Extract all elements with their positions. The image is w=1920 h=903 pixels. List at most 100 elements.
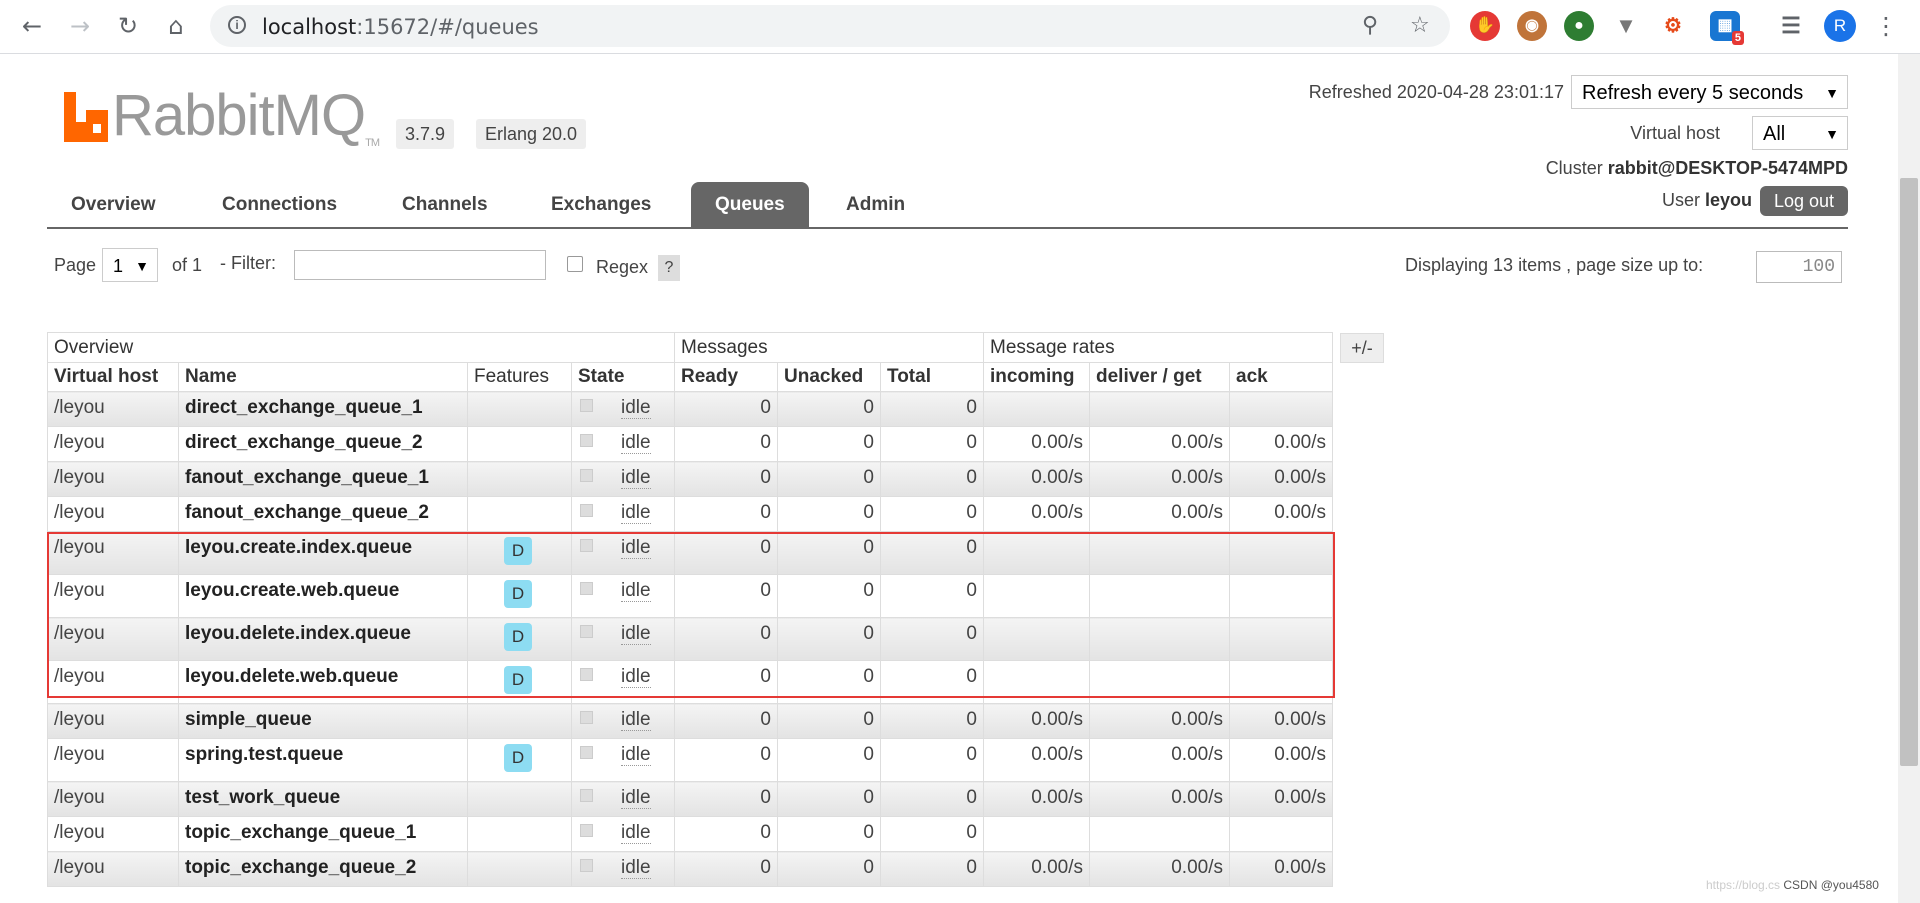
cell-deliver-get bbox=[1089, 617, 1230, 661]
url-host: localhost bbox=[262, 15, 357, 39]
address-bar[interactable]: i localhost:15672/#/queues ⚲ ☆ bbox=[210, 5, 1450, 47]
col-state[interactable]: State bbox=[571, 362, 675, 392]
filter-input[interactable] bbox=[294, 250, 546, 280]
apps-extension-icon[interactable]: ▦ 5 bbox=[1710, 11, 1744, 45]
scrollbar-thumb[interactable] bbox=[1900, 178, 1918, 766]
tab-admin[interactable]: Admin bbox=[822, 182, 929, 227]
cell-vhost: /leyou bbox=[47, 738, 179, 782]
cell-features bbox=[467, 426, 572, 462]
cell-incoming bbox=[983, 816, 1090, 852]
url-text[interactable]: localhost:15672/#/queues bbox=[262, 15, 539, 39]
queue-name-link[interactable]: topic_exchange_queue_1 bbox=[178, 816, 468, 852]
adblock-extension-icon[interactable]: ✋ bbox=[1470, 11, 1500, 41]
user-info: User leyou bbox=[1662, 190, 1752, 211]
queue-name-link[interactable]: leyou.delete.index.queue bbox=[178, 617, 468, 661]
queue-name-link[interactable]: simple_queue bbox=[178, 703, 468, 739]
durable-feature-badge: D bbox=[504, 744, 532, 772]
cell-state: idle bbox=[571, 461, 675, 497]
cell-ready: 0 bbox=[674, 781, 778, 817]
refresh-interval-select[interactable]: Refresh every 5 seconds ▼ bbox=[1571, 75, 1848, 109]
state-text: idle bbox=[621, 787, 651, 809]
tab-connections[interactable]: Connections bbox=[198, 182, 361, 227]
key-icon[interactable]: ⚲ bbox=[1362, 13, 1378, 38]
reload-icon[interactable]: ↻ bbox=[114, 12, 142, 40]
cell-unacked: 0 bbox=[777, 851, 881, 887]
col-unacked[interactable]: Unacked bbox=[777, 362, 881, 392]
col-incoming[interactable]: incoming bbox=[983, 362, 1090, 392]
cell-state: idle bbox=[571, 426, 675, 462]
page-select[interactable]: 1 ▼ bbox=[102, 248, 158, 282]
back-arrow-icon[interactable]: ← bbox=[18, 12, 46, 40]
cell-ack bbox=[1229, 391, 1333, 427]
cell-ready: 0 bbox=[674, 617, 778, 661]
bookmark-star-icon[interactable]: ☆ bbox=[1410, 13, 1430, 38]
cell-total: 0 bbox=[880, 496, 984, 532]
cell-state: idle bbox=[571, 703, 675, 739]
tampermonkey-extension-icon[interactable]: ◉ bbox=[1517, 11, 1547, 41]
col-virtual-host[interactable]: Virtual host bbox=[47, 362, 179, 392]
cell-unacked: 0 bbox=[777, 531, 881, 575]
col-total[interactable]: Total bbox=[880, 362, 984, 392]
state-text: idle bbox=[621, 537, 651, 559]
vue-extension-icon[interactable]: ▼ bbox=[1611, 11, 1641, 41]
queue-name-link[interactable]: direct_exchange_queue_2 bbox=[178, 426, 468, 462]
cell-deliver-get: 0.00/s bbox=[1089, 851, 1230, 887]
regex-help-button[interactable]: ? bbox=[658, 255, 680, 281]
cell-vhost: /leyou bbox=[47, 426, 179, 462]
queue-name-link[interactable]: leyou.create.index.queue bbox=[178, 531, 468, 575]
state-text: idle bbox=[621, 709, 651, 731]
site-info-icon[interactable]: i bbox=[228, 16, 246, 34]
more-menu-icon[interactable]: ⋮ bbox=[1872, 12, 1900, 40]
cell-unacked: 0 bbox=[777, 496, 881, 532]
queue-name-link[interactable]: test_work_queue bbox=[178, 781, 468, 817]
globe-extension-icon[interactable]: ● bbox=[1564, 11, 1594, 41]
state-indicator-icon bbox=[580, 668, 593, 682]
rabbitmq-logo-icon bbox=[64, 92, 108, 142]
page-label: Page bbox=[54, 255, 97, 275]
state-indicator-icon bbox=[580, 625, 593, 639]
queue-name-link[interactable]: direct_exchange_queue_1 bbox=[178, 391, 468, 427]
tab-exchanges[interactable]: Exchanges bbox=[527, 182, 675, 227]
page-size-input[interactable]: 100 bbox=[1756, 251, 1842, 283]
state-indicator-icon bbox=[580, 582, 593, 596]
cell-incoming: 0.00/s bbox=[983, 738, 1090, 782]
media-control-icon[interactable]: ☰ bbox=[1776, 11, 1806, 41]
col-name[interactable]: Name bbox=[178, 362, 468, 392]
col-ready[interactable]: Ready bbox=[674, 362, 778, 392]
queue-name-link[interactable]: leyou.create.web.queue bbox=[178, 574, 468, 618]
col-ack[interactable]: ack bbox=[1229, 362, 1333, 392]
cell-unacked: 0 bbox=[777, 426, 881, 462]
cell-ack bbox=[1229, 660, 1333, 704]
virtual-host-select[interactable]: All ▼ bbox=[1752, 116, 1848, 150]
profile-avatar[interactable]: R bbox=[1824, 10, 1856, 42]
regex-checkbox[interactable] bbox=[567, 256, 583, 272]
forward-arrow-icon[interactable]: → bbox=[66, 12, 94, 40]
network-extension-icon[interactable]: ⚙ bbox=[1658, 11, 1688, 41]
tab-queues[interactable]: Queues bbox=[691, 182, 809, 227]
cell-ready: 0 bbox=[674, 660, 778, 704]
durable-feature-badge: D bbox=[504, 623, 532, 651]
queue-name-link[interactable]: spring.test.queue bbox=[178, 738, 468, 782]
cell-incoming bbox=[983, 531, 1090, 575]
col-deliver-get[interactable]: deliver / get bbox=[1089, 362, 1230, 392]
tab-overview[interactable]: Overview bbox=[47, 182, 180, 227]
queue-name-link[interactable]: fanout_exchange_queue_1 bbox=[178, 461, 468, 497]
cell-ready: 0 bbox=[674, 531, 778, 575]
tab-channels[interactable]: Channels bbox=[378, 182, 512, 227]
queue-name-link[interactable]: fanout_exchange_queue_2 bbox=[178, 496, 468, 532]
queue-name-link[interactable]: leyou.delete.web.queue bbox=[178, 660, 468, 704]
extension-badge: 5 bbox=[1731, 31, 1744, 45]
home-icon[interactable]: ⌂ bbox=[162, 12, 190, 40]
logout-button[interactable]: Log out bbox=[1760, 186, 1848, 216]
rabbitmq-logo-text: RabbitMQTM bbox=[112, 82, 380, 149]
cell-features bbox=[467, 461, 572, 497]
queues-table: Overview Messages Message rates Virtual … bbox=[47, 332, 1333, 887]
state-indicator-icon bbox=[580, 469, 593, 483]
toggle-columns-button[interactable]: +/- bbox=[1340, 333, 1384, 363]
erlang-version-tag: Erlang 20.0 bbox=[476, 119, 587, 149]
cell-incoming: 0.00/s bbox=[983, 851, 1090, 887]
state-indicator-icon bbox=[580, 434, 593, 448]
queue-name-link[interactable]: topic_exchange_queue_2 bbox=[178, 851, 468, 887]
cell-ack: 0.00/s bbox=[1229, 851, 1333, 887]
table-row: /leyou leyou.delete.web.queue Didle 0 0 0 bbox=[47, 660, 1333, 704]
